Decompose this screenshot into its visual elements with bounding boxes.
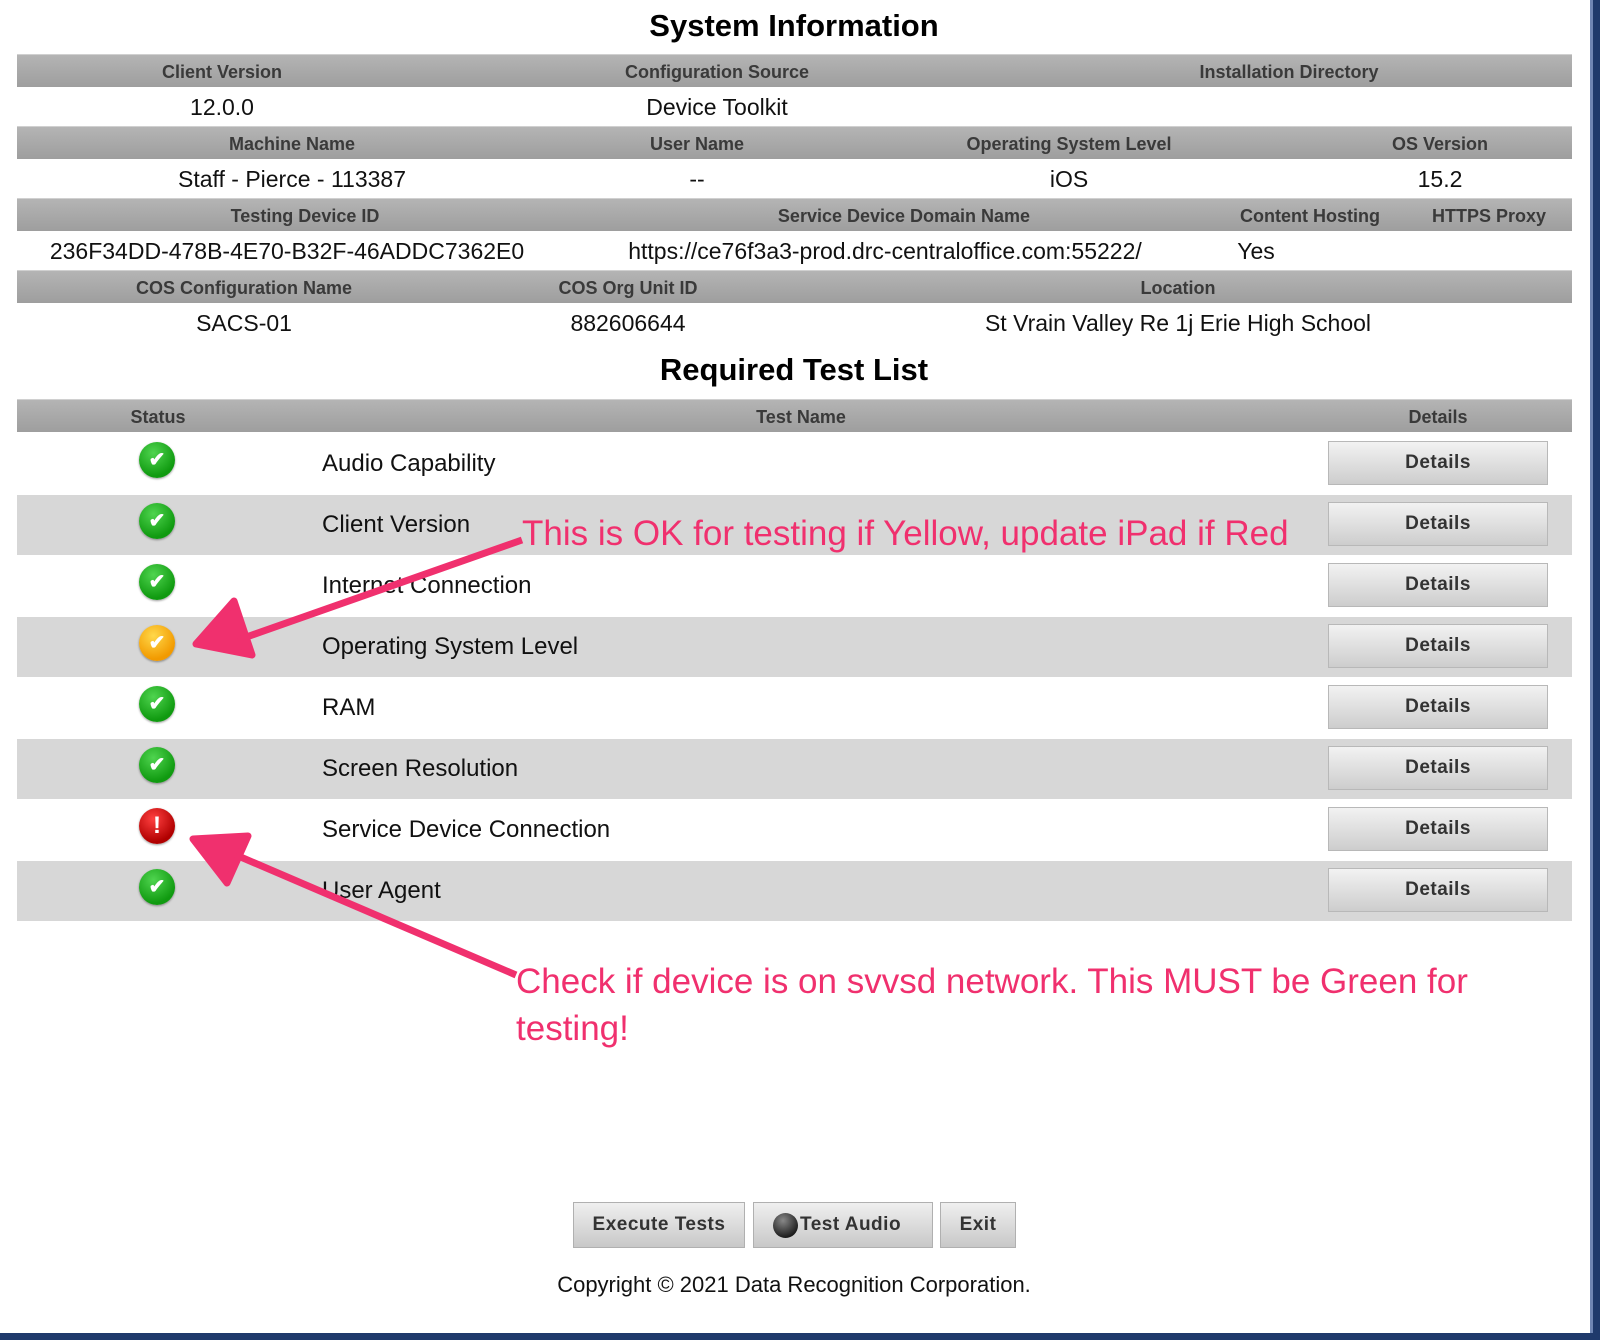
details-button[interactable]: Details	[1328, 868, 1548, 912]
header-os-version: OS Version	[1391, 134, 1489, 154]
exit-button[interactable]: Exit	[940, 1202, 1016, 1248]
header-test-name: Test Name	[756, 407, 846, 427]
test-name: Service Device Connection	[322, 816, 611, 843]
info-value-row-2: Staff - Pierce - 113387 -- iOS 15.2	[17, 159, 1572, 199]
header-user-name: User Name	[649, 134, 745, 154]
header-content-hosting: Content Hosting	[1240, 206, 1380, 226]
test-name: Operating System Level	[322, 633, 579, 660]
test-row: ✔ Audio Capability Details	[17, 434, 1572, 494]
header-service-device-domain-name: Service Device Domain Name	[777, 206, 1031, 226]
test-name: User Agent	[322, 877, 441, 904]
annotation-os-level-note: This is OK for testing if Yellow, update…	[522, 514, 1289, 553]
info-value-row-3: 236F34DD-478B-4E70-B32F-46ADDC7362E0 htt…	[17, 231, 1572, 271]
info-value-row-4: SACS-01 882606644 St Vrain Valley Re 1j …	[17, 303, 1572, 343]
details-button[interactable]: Details	[1328, 563, 1548, 607]
header-machine-name: Machine Name	[228, 134, 356, 154]
details-button[interactable]: Details	[1328, 685, 1548, 729]
pass-status-icon: ✔	[139, 503, 175, 539]
details-button[interactable]: Details	[1328, 441, 1548, 485]
value-machine-name: Staff - Pierce - 113387	[177, 166, 407, 192]
execute-tests-button[interactable]: Execute Tests	[573, 1202, 745, 1248]
copyright-text: Copyright © 2021 Data Recognition Corpor…	[557, 1272, 1031, 1297]
test-name: Client Version	[322, 511, 471, 538]
value-cos-org-unit-id: 882606644	[570, 310, 686, 336]
test-audio-button[interactable]: Test Audio	[753, 1202, 933, 1248]
test-row: ✔ Internet Connection Details	[17, 556, 1572, 616]
test-row: ! Service Device Connection Details	[17, 800, 1572, 860]
value-location: St Vrain Valley Re 1j Erie High School	[984, 310, 1372, 336]
value-testing-device-id: 236F34DD-478B-4E70-B32F-46ADDC7362E0	[49, 238, 525, 264]
audio-record-icon	[773, 1213, 798, 1238]
info-header-row-4: COS Configuration Name COS Org Unit ID L…	[17, 270, 1572, 303]
annotation-network-note: Check if device is on svvsd network. Thi…	[516, 962, 1468, 1048]
info-header-row-2: Machine Name User Name Operating System …	[17, 126, 1572, 159]
test-name: RAM	[322, 694, 376, 721]
header-configuration-source: Configuration Source	[625, 62, 809, 82]
test-list-title: Required Test List	[659, 352, 929, 387]
window-frame-bottom	[0, 1333, 1600, 1340]
pass-status-icon: ✔	[139, 686, 175, 722]
value-user-name: --	[689, 166, 705, 192]
window-frame-right	[1590, 0, 1600, 1340]
test-row: ✔ RAM Details	[17, 678, 1572, 738]
details-button[interactable]: Details	[1328, 624, 1548, 668]
value-service-device-domain-name: https://ce76f3a3-prod.drc-centraloffice.…	[628, 238, 1142, 264]
info-header-row-1: Client Version Configuration Source Inst…	[17, 54, 1572, 87]
error-status-icon: !	[139, 808, 175, 844]
test-row: ✔ Operating System Level Details	[17, 617, 1572, 677]
header-client-version: Client Version	[161, 62, 283, 82]
pass-status-icon: ✔	[139, 442, 175, 478]
header-location: Location	[1140, 278, 1216, 298]
value-operating-system-level: iOS	[1049, 166, 1089, 192]
header-https-proxy: HTTPS Proxy	[1431, 206, 1547, 226]
details-button[interactable]: Details	[1328, 502, 1548, 546]
value-cos-configuration-name: SACS-01	[196, 310, 292, 336]
test-row: ✔ Screen Resolution Details	[17, 739, 1572, 799]
pass-status-icon: ✔	[139, 869, 175, 905]
value-content-hosting: Yes	[1237, 238, 1275, 264]
header-testing-device-id: Testing Device ID	[230, 206, 380, 226]
system-info-title: System Information	[649, 8, 939, 43]
header-cos-configuration-name: COS Configuration Name	[135, 278, 353, 298]
header-operating-system-level: Operating System Level	[966, 134, 1172, 154]
test-name: Audio Capability	[322, 450, 496, 477]
value-os-version: 15.2	[1417, 166, 1463, 192]
test-name: Screen Resolution	[322, 755, 519, 782]
header-status: Status	[130, 407, 186, 427]
test-name: Internet Connection	[322, 572, 532, 599]
header-cos-org-unit-id: COS Org Unit ID	[558, 278, 698, 298]
details-button[interactable]: Details	[1328, 746, 1548, 790]
warning-status-icon: ✔	[139, 625, 175, 661]
test-audio-label: Test Audio	[800, 1214, 902, 1235]
test-row: ✔ User Agent Details	[17, 861, 1572, 921]
pass-status-icon: ✔	[139, 564, 175, 600]
details-button[interactable]: Details	[1328, 807, 1548, 851]
value-configuration-source: Device Toolkit	[646, 94, 788, 120]
header-details: Details	[1408, 407, 1468, 427]
header-installation-directory: Installation Directory	[1199, 62, 1379, 82]
info-header-row-3: Testing Device ID Service Device Domain …	[17, 198, 1572, 231]
test-list-header: Status Test Name Details	[17, 399, 1572, 432]
pass-status-icon: ✔	[139, 747, 175, 783]
info-value-row-1: 12.0.0 Device Toolkit	[17, 87, 1572, 127]
value-client-version: 12.0.0	[190, 94, 254, 120]
